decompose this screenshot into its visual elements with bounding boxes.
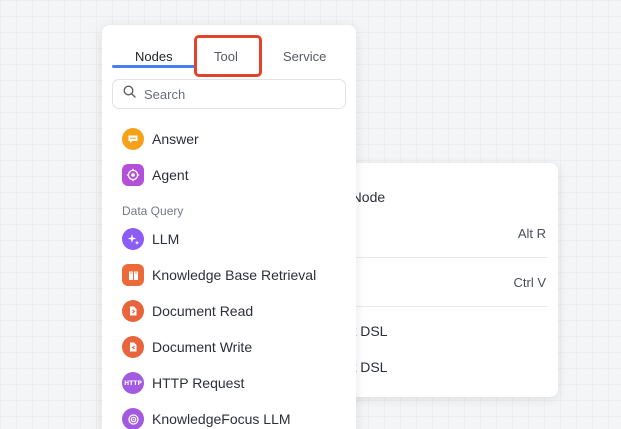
document-write-icon <box>122 336 144 358</box>
node-item-label: Document Read <box>152 303 254 319</box>
node-item-answer[interactable]: Answer <box>102 121 356 157</box>
node-item-label: HTTP Request <box>152 375 245 391</box>
node-item-label: Document Write <box>152 339 253 355</box>
llm-icon <box>122 228 144 250</box>
section-label-data-query: Data Query <box>122 204 184 218</box>
node-item-label: KnowledgeFocus LLM <box>152 411 291 427</box>
node-item-http-request[interactable]: HTTP HTTP Request <box>102 365 356 401</box>
context-item-export-dsl[interactable]: ort DSL <box>330 313 558 349</box>
canvas-context-menu: d Node n Alt R te Ctrl V ort DSL ort DSL <box>330 163 558 397</box>
divider <box>340 257 548 258</box>
node-item-document-read[interactable]: Document Read <box>102 293 356 329</box>
node-selector-panel: Nodes Tool Service Answer Agent Data Que… <box>102 25 356 429</box>
tab-service[interactable]: Service <box>283 49 326 64</box>
node-item-label: Agent <box>152 167 189 183</box>
node-item-llm[interactable]: LLM <box>102 221 356 257</box>
panel-tabs: Nodes Tool Service <box>102 25 356 77</box>
node-item-knowledge-base-retrieval[interactable]: Knowledge Base Retrieval <box>102 257 356 293</box>
search-box <box>112 79 346 109</box>
node-item-document-write[interactable]: Document Write <box>102 329 356 365</box>
node-item-agent[interactable]: Agent <box>102 157 356 193</box>
node-item-label: Answer <box>152 131 199 147</box>
knowledgefocus-icon <box>122 408 144 429</box>
search-input[interactable] <box>144 86 334 102</box>
knowledge-base-icon <box>122 264 144 286</box>
http-icon: HTTP <box>122 372 144 394</box>
divider <box>340 306 548 307</box>
agent-icon <box>122 164 144 186</box>
node-item-label: Knowledge Base Retrieval <box>152 267 317 283</box>
context-item-shortcut: Alt R <box>517 225 546 241</box>
tool-tab-highlight-box <box>194 35 262 77</box>
http-icon-text: HTTP <box>124 379 142 387</box>
context-item-import-dsl[interactable]: ort DSL <box>330 349 558 385</box>
answer-icon <box>122 128 144 150</box>
search-icon <box>123 85 136 103</box>
context-item-add-node[interactable]: d Node <box>330 179 558 215</box>
context-item-run[interactable]: n Alt R <box>330 215 558 251</box>
context-item-shortcut: Ctrl V <box>513 274 547 290</box>
node-list: Answer Agent Data Query LLM Knowledge Ba… <box>102 121 356 429</box>
node-item-knowledgefocus-llm[interactable]: KnowledgeFocus LLM <box>102 401 356 429</box>
active-tab-indicator <box>112 65 196 68</box>
context-item-paste[interactable]: te Ctrl V <box>330 264 558 300</box>
document-read-icon <box>122 300 144 322</box>
tab-nodes[interactable]: Nodes <box>135 49 173 64</box>
node-item-label: LLM <box>152 231 180 247</box>
